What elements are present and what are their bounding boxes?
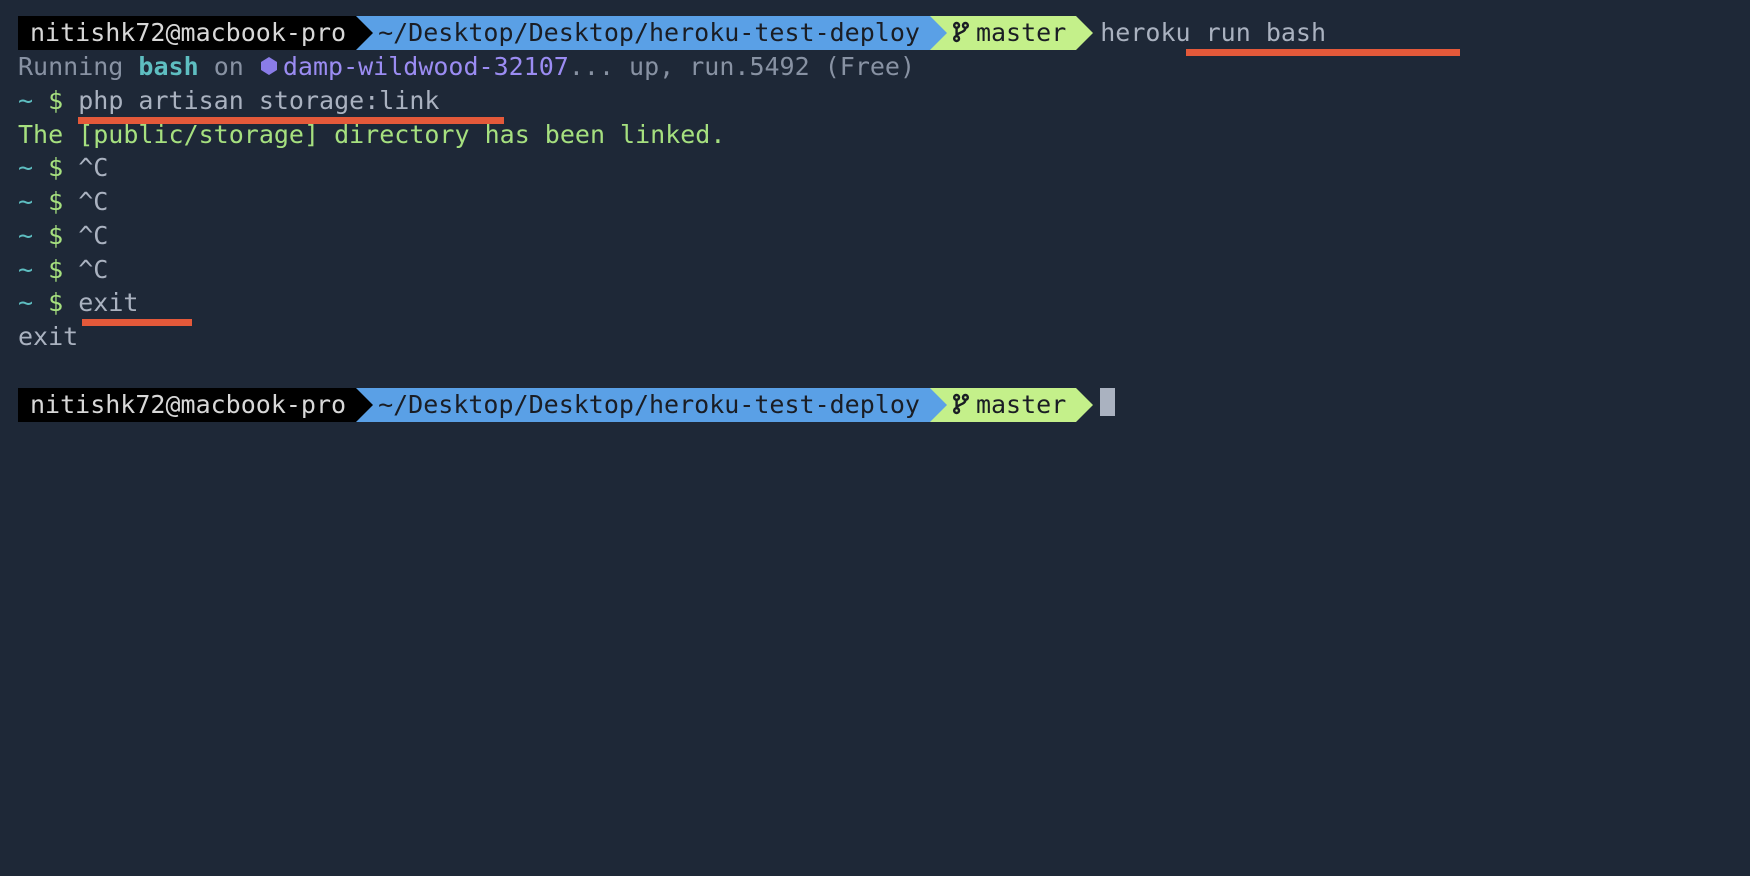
remote-prompt-ctrlc: ~ $ ^C [0,151,1750,185]
output-running-line: Running bash on damp-wildwood-32107... u… [0,50,1750,84]
text-ctrl-c: ^C [78,221,108,250]
highlight-underline [78,117,504,124]
prompt-branch-seg: master [930,16,1076,50]
prompt-dollar: $ [48,255,78,284]
prompt-branch-text: master [976,16,1066,50]
cursor[interactable] [1100,388,1115,416]
prompt-tilde: ~ [18,255,48,284]
prompt-dollar: $ [48,221,78,250]
text-ctrl-c: ^C [78,255,108,284]
highlight-underline [82,319,192,326]
command-text: heroku run bash [1100,16,1326,50]
separator-icon [1076,16,1093,50]
command-php-artisan: php artisan storage:link [78,86,439,115]
text-ctrl-c: ^C [78,153,108,182]
prompt-user-text: nitishk72@macbook-pro [30,16,346,50]
hexagon-icon [259,52,283,81]
remote-prompt-ctrlc: ~ $ ^C [0,219,1750,253]
remote-prompt-exit: ~ $ exit [0,286,1750,320]
text-on: on [199,52,259,81]
remote-prompt-line: ~ $ php artisan storage:link [0,84,1750,118]
remote-prompt-ctrlc: ~ $ ^C [0,185,1750,219]
prompt-user-seg: nitishk72@macbook-pro [18,388,356,422]
git-branch-icon [952,393,970,415]
prompt-line-1: nitishk72@macbook-pro ~/Desktop/Desktop/… [18,16,1750,50]
separator-icon [356,388,373,422]
command-heroku-run-bash: heroku run bash [1100,16,1326,50]
text-ctrl-c: ^C [78,187,108,216]
prompt-path-seg: ~/Desktop/Desktop/heroku-test-deploy [356,16,930,50]
prompt-tilde: ~ [18,153,48,182]
separator-icon [930,388,947,422]
prompt-tilde: ~ [18,86,48,115]
text-run-status: ... up, run.5492 (Free) [569,52,915,81]
command-exit: exit [78,288,138,317]
text-running: Running [18,52,138,81]
highlight-underline [1186,49,1460,56]
prompt-branch-seg: master [930,388,1076,422]
prompt-line-2: nitishk72@macbook-pro ~/Desktop/Desktop/… [18,388,1750,422]
prompt-dollar: $ [48,86,78,115]
prompt-tilde: ~ [18,288,48,317]
prompt-tilde: ~ [18,221,48,250]
remote-prompt-ctrlc: ~ $ ^C [0,253,1750,287]
separator-icon [930,16,947,50]
output-exit-echo: exit [0,320,1750,354]
separator-icon [1076,388,1093,422]
prompt-branch-text: master [976,388,1066,422]
prompt-path-text: ~/Desktop/Desktop/heroku-test-deploy [378,16,920,50]
separator-icon [356,16,373,50]
prompt-dollar: $ [48,187,78,216]
prompt-path-seg: ~/Desktop/Desktop/heroku-test-deploy [356,388,930,422]
text-bash: bash [138,52,198,81]
git-branch-icon [952,21,970,43]
prompt-user-text: nitishk72@macbook-pro [30,388,346,422]
prompt-dollar: $ [48,288,78,317]
prompt-path-text: ~/Desktop/Desktop/heroku-test-deploy [378,388,920,422]
terminal-output[interactable]: nitishk72@macbook-pro ~/Desktop/Desktop/… [0,0,1750,422]
text-app-name: damp-wildwood-32107 [283,52,569,81]
prompt-dollar: $ [48,153,78,182]
prompt-user-seg: nitishk72@macbook-pro [18,16,356,50]
prompt-tilde: ~ [18,187,48,216]
